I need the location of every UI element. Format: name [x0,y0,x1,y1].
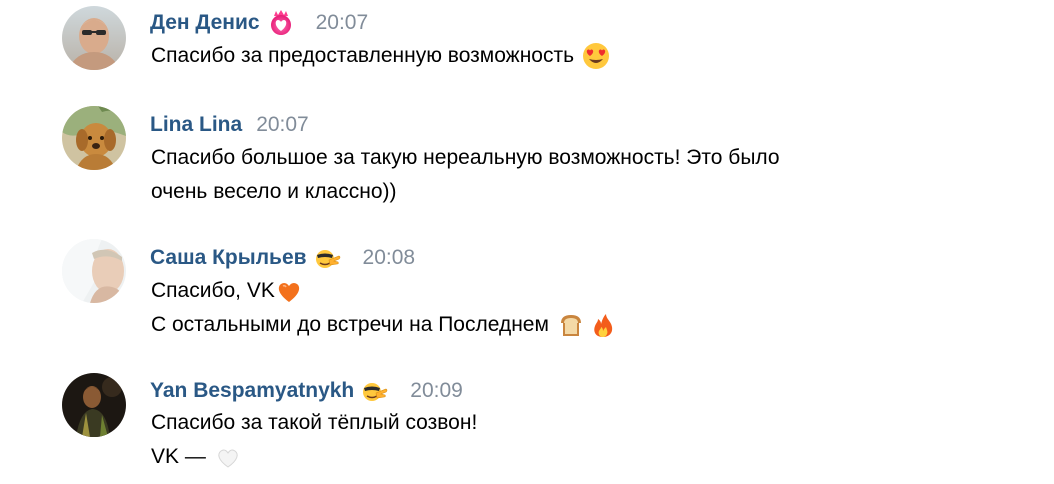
white-heart-emoji [214,443,242,471]
cool-hand-badge-icon[interactable] [315,245,341,271]
message-text-line: Спасибо за такой тёплый созвон! [151,406,477,440]
message-text: Спасибо за такой тёплый созвон! [151,411,478,434]
message-text: очень весело и классно)) [151,180,397,203]
author-name[interactable]: Yan Bespamyatnykh [150,379,354,403]
avatar[interactable] [62,239,126,303]
message-time[interactable]: 20:07 [256,113,309,137]
chat-message-list: Ден Денис 20:07 Спасибо за предоставленн… [0,0,1054,484]
heart-eyes-emoji [582,42,610,70]
message-text: VK — [151,445,206,468]
message-text: Спасибо, VK [151,279,275,302]
message-text: С остальными до встречи на Последнем [151,313,549,336]
message-text: Спасибо за предоставленную возможность [151,44,575,67]
message-header: Саша Крыльев 20:08 [150,244,415,272]
message-text-line: Спасибо большое за такую нереальную возм… [151,141,780,175]
bread-emoji [557,311,585,339]
fire-emoji [589,311,617,339]
message-text-line: VK — [151,440,242,474]
message-text-line: Спасибо, VK [151,274,303,308]
author-name[interactable]: Саша Крыльев [150,246,307,270]
message-text-line: С остальными до встречи на Последнем [151,308,617,342]
author-name[interactable]: Ден Денис [150,11,260,35]
cool-hand-badge-icon[interactable] [362,378,388,404]
heart-flame-badge-icon[interactable] [268,10,294,36]
message-time[interactable]: 20:07 [316,11,369,35]
avatar[interactable] [62,106,126,170]
message-header: Ден Денис 20:07 [150,9,368,37]
orange-heart-emoji [275,277,303,305]
message-header: Yan Bespamyatnykh 20:09 [150,377,463,405]
author-name[interactable]: Lina Lina [150,113,242,137]
message-text-line: Спасибо за предоставленную возможность [151,39,610,73]
message-text: Спасибо большое за такую нереальную возм… [151,146,780,169]
message-time[interactable]: 20:09 [410,379,463,403]
message-time[interactable]: 20:08 [363,246,416,270]
message-header: Lina Lina 20:07 [150,111,309,139]
message-text-line: очень весело и классно)) [151,175,396,209]
avatar[interactable] [62,6,126,70]
avatar[interactable] [62,373,126,437]
